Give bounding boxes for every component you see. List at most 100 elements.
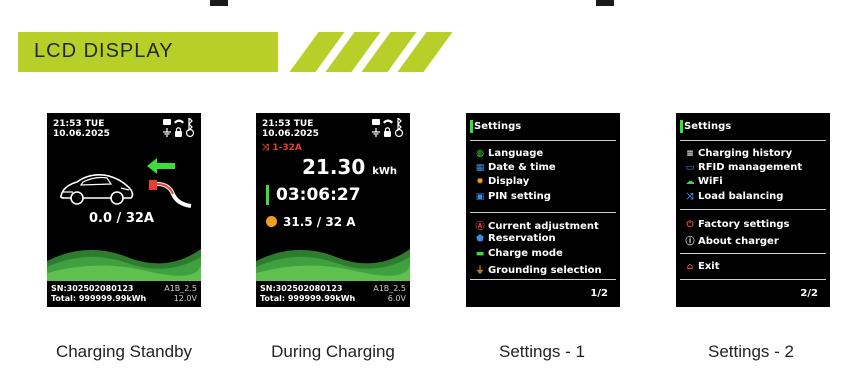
menu-item[interactable]: ≡ Charging history (684, 148, 792, 159)
footer-info: SN:302502080123 A1B_2.5 Total: 999999.99k… (51, 284, 199, 304)
shuffle-icon: ⤨ (686, 192, 694, 202)
divider (680, 209, 826, 210)
date: 10.06.2025 (53, 129, 110, 139)
shield-icon: ⬟ (476, 234, 484, 244)
settings-title: Settings (684, 121, 732, 132)
divider (680, 279, 826, 280)
sun-icon: ✹ (476, 177, 484, 187)
status-icons (163, 118, 195, 138)
home-icon: ⌂ (686, 262, 694, 272)
menu-item[interactable]: ◍ Language (474, 148, 543, 159)
menu-item[interactable]: ⬟ Reservation (474, 233, 556, 244)
current-row: 31.5 / 32 A (266, 215, 356, 229)
footer-info: SN:302502080123 A1B_2.5 Total: 999999.99k… (260, 284, 408, 304)
lock-icon (175, 131, 182, 137)
menu-item[interactable]: ▣ PIN setting (474, 191, 551, 202)
menu-item-label: Factory settings (698, 219, 790, 230)
caption-settings-2: Settings - 2 (708, 342, 794, 361)
shuffle-icon: ⤨ (262, 143, 273, 153)
menu-item-label: Grounding selection (488, 265, 602, 276)
plug-icon (149, 180, 192, 208)
status-icons (372, 118, 404, 138)
menu-item-label: RFID management (698, 162, 803, 173)
page-indicator: 1/2 (590, 288, 608, 299)
title-accent (680, 120, 683, 133)
energy-value: 21.30 (302, 155, 366, 179)
cloud-icon: ☁ (685, 177, 695, 187)
top-edge-left (210, 0, 228, 6)
divider (680, 253, 826, 254)
menu-item[interactable]: ▦ Date & time (474, 162, 556, 173)
settings-title: Settings (474, 121, 522, 132)
model: A1B_2.5 (373, 284, 406, 293)
clock: 21:53 TUE 10.06.2025 (53, 119, 110, 139)
voltage: 6.0V (387, 294, 406, 303)
card-icon: ▭ (685, 163, 695, 173)
current-readout: 0.0 / 32A (89, 211, 154, 226)
divider (680, 140, 826, 141)
serial-number: SN:302502080123 (51, 284, 134, 293)
wave-decoration (256, 249, 410, 281)
menu-item[interactable]: ☁ WiFi (684, 176, 723, 187)
divider (470, 140, 616, 141)
total-energy: Total: 999999.99kWh (51, 294, 147, 303)
menu-item-label: Charge mode (488, 248, 563, 259)
energy-readout: 21.30 kWh (302, 155, 397, 179)
time: 21:53 TUE (262, 119, 314, 129)
menu-item-label: Date & time (488, 162, 556, 173)
top-edge-right (596, 0, 614, 6)
menu-item[interactable]: ⏚ Grounding selection (474, 263, 602, 276)
arrow-left-icon (147, 158, 175, 174)
charging-screen: 21:53 TUE 10.06.2025 ⤨ 1-32A 21.30 kWh 0… (256, 113, 410, 307)
standby-screen: 21:53 TUE 10.06.2025 0.0 / 32A SN:302502… (47, 113, 201, 307)
menu-item[interactable]: ▬ Charge mode (474, 248, 563, 259)
menu-item[interactable]: ⌂ Exit (684, 261, 720, 272)
car-illustration (60, 174, 134, 205)
menu-item[interactable]: ⏻ Factory settings (684, 219, 789, 230)
menu-item-label: Reservation (488, 233, 556, 244)
model: A1B_2.5 (164, 284, 197, 293)
menu-item-label: Exit (698, 261, 720, 272)
wifi-icon (174, 119, 184, 124)
settings-screen-1: Settings ◍ Language ▦ Date & time ✹ Display ▣ P… (466, 113, 620, 307)
menu-item-label: PIN setting (488, 191, 551, 202)
duration-bar (266, 185, 269, 205)
menu-item-label: WiFi (698, 176, 723, 187)
time: 21:53 TUE (53, 119, 105, 129)
menu-item[interactable]: ⤨ Load balancing (684, 191, 783, 202)
page-indicator: 2/2 (800, 288, 818, 299)
clock: 21:53 TUE 10.06.2025 (262, 119, 319, 139)
menu-item-label: Charging history (698, 148, 793, 159)
charge-mode: ⤨ 1-32A (262, 143, 302, 153)
menu-item[interactable]: ▭ RFID management (684, 162, 802, 173)
menu-item-label: Current adjustment (488, 221, 599, 232)
ground-icon: ⏚ (475, 266, 485, 276)
bluetooth-icon (397, 118, 402, 132)
current-readout: 31.5 / 32 A (283, 215, 356, 229)
title-accent (470, 120, 473, 133)
current-icon (266, 216, 277, 227)
menu-item-label: Language (488, 148, 544, 159)
caption-standby: Charging Standby (55, 342, 193, 361)
wifi-icon (383, 119, 393, 124)
menu-item[interactable]: ✹ Display (474, 176, 529, 187)
charge-mode-label: 1-32A (272, 143, 302, 153)
calendar-icon: ▦ (475, 163, 485, 173)
section-banner: LCD DISPLAY (18, 32, 453, 72)
menu-item[interactable]: Ⓐ Current adjustment (474, 219, 599, 232)
menu-item[interactable]: ⓘ About charger (684, 234, 778, 247)
divider (470, 279, 616, 280)
lock-icon: ▣ (475, 192, 485, 202)
total-energy: Total: 999999.99kWh (260, 294, 356, 303)
ground-icon (372, 128, 380, 137)
settings-screen-2: Settings ≡ Charging history ▭ RFID manageme… (676, 113, 830, 307)
menu-item-label: Display (488, 176, 530, 187)
energy-unit: kWh (372, 166, 398, 177)
list-icon: ≡ (686, 149, 694, 159)
power-icon: ⏻ (686, 220, 694, 230)
charging-duration: 03:06:27 (276, 185, 361, 205)
globe-icon: ◍ (476, 149, 484, 159)
ground-icon (163, 128, 171, 137)
menu-item-label: Load balancing (698, 191, 784, 202)
section-title: LCD DISPLAY (34, 40, 174, 62)
